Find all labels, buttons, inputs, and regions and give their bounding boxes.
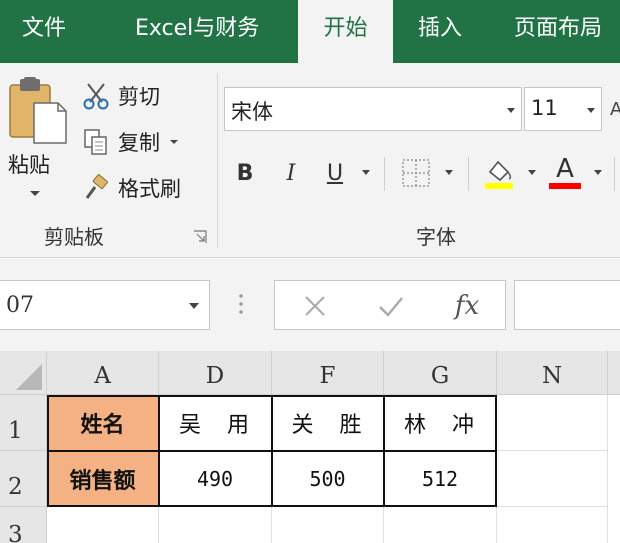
tab-home[interactable]: 开始 [298, 0, 393, 66]
cell-f3[interactable] [272, 507, 384, 543]
cell-f2[interactable]: 500 [272, 451, 384, 507]
separator [468, 157, 469, 191]
paste-button[interactable] [8, 77, 68, 217]
paste-icon [9, 77, 67, 144]
italic-label: I [286, 160, 296, 186]
font-name-value: 宋体 [231, 100, 273, 124]
italic-button[interactable]: I [276, 153, 306, 193]
cell-g2[interactable]: 512 [384, 451, 497, 507]
table-inner-border [47, 450, 497, 452]
clipboard-group-label: 剪贴板 [44, 225, 104, 249]
cell-a3[interactable] [47, 507, 159, 543]
font-color-dropdown-arrow[interactable] [594, 170, 602, 175]
formula-input[interactable] [514, 280, 620, 330]
font-color-button[interactable]: A [546, 153, 584, 193]
borders-icon [402, 159, 430, 187]
font-color-label: A [556, 154, 574, 184]
underline-label: U [326, 160, 344, 186]
font-group-label: 字体 [416, 225, 456, 249]
cell-g3[interactable] [384, 507, 497, 543]
name-box-value: 07 [6, 293, 34, 318]
column-header-a[interactable]: A [47, 351, 159, 395]
select-all-triangle-icon [16, 364, 42, 390]
column-header-partial[interactable] [608, 351, 620, 395]
ribbon-tab-bar: 文件 Excel与财务 开始 插入 页面布局 [0, 0, 620, 66]
borders-button[interactable] [398, 153, 434, 193]
check-icon [379, 297, 403, 317]
insert-function-button[interactable]: fx [445, 281, 489, 331]
row-header-1[interactable]: 1 [0, 395, 47, 451]
column-header-d[interactable]: D [159, 351, 272, 395]
tab-excel-finance[interactable]: Excel与财务 [135, 0, 259, 63]
dialog-launcher-icon[interactable] [193, 230, 207, 244]
increase-font-icon[interactable]: A [610, 99, 620, 120]
cell-a1[interactable]: 姓名 [47, 395, 159, 451]
format-painter-icon [80, 173, 112, 203]
column-header-g[interactable]: G [384, 351, 497, 395]
cell-g1[interactable]: 林 冲 [384, 395, 497, 451]
column-header-n[interactable]: N [497, 351, 608, 395]
worksheet-grid: A D F G N 1 2 3 姓名 吴 用 关 胜 林 冲 销售额 490 5… [0, 351, 620, 543]
cell-n3[interactable] [497, 507, 608, 543]
cut-label: 剪切 [118, 85, 160, 109]
cell-a2[interactable]: 销售额 [47, 451, 159, 507]
chevron-down-icon [189, 303, 199, 309]
font-size-value: 11 [531, 96, 558, 120]
chevron-down-icon [507, 108, 515, 113]
close-icon [305, 296, 325, 316]
separator [384, 157, 385, 191]
fx-icon: fx [454, 291, 480, 321]
borders-dropdown-arrow[interactable] [445, 170, 453, 175]
chevron-down-icon [587, 108, 595, 113]
row-header-2[interactable]: 2 [0, 451, 47, 507]
copy-label: 复制 [118, 131, 160, 155]
tab-insert[interactable]: 插入 [418, 0, 462, 63]
name-box[interactable]: 07 [0, 280, 210, 330]
font-size-select[interactable]: 11 [524, 87, 602, 131]
ribbon-home: 粘贴 剪切 复制 格式刷 剪贴板 宋体 11 A B I U A 字体 [0, 63, 620, 258]
group-separator [217, 73, 218, 248]
cell-f1[interactable]: 关 胜 [272, 395, 384, 451]
scissors-icon [80, 81, 112, 111]
format-painter-button[interactable]: 格式刷 [80, 171, 181, 205]
tab-file[interactable]: 文件 [22, 0, 66, 63]
formula-bar: 07 fx [0, 259, 620, 351]
copy-dropdown-arrow[interactable] [170, 140, 178, 144]
cell-d3[interactable] [159, 507, 272, 543]
cut-button[interactable]: 剪切 [80, 79, 160, 113]
row-header-3[interactable]: 3 [0, 507, 47, 543]
font-name-select[interactable]: 宋体 [224, 87, 522, 131]
paint-bucket-icon [485, 160, 513, 189]
cell-n2[interactable] [497, 451, 608, 507]
formula-buttons: fx [274, 280, 506, 330]
underline-button[interactable]: U [318, 153, 352, 193]
column-header-f[interactable]: F [272, 351, 384, 395]
format-painter-label: 格式刷 [118, 177, 181, 201]
paste-label: 粘贴 [8, 153, 50, 177]
select-all-button[interactable] [0, 351, 47, 395]
paste-dropdown-arrow[interactable] [30, 191, 40, 196]
cell-d2[interactable]: 490 [159, 451, 272, 507]
underline-dropdown-arrow[interactable] [362, 170, 370, 175]
copy-button[interactable]: 复制 [80, 125, 178, 159]
font-color-swatch [549, 183, 581, 189]
copy-icon [80, 127, 112, 157]
resize-handle[interactable] [239, 292, 243, 318]
fill-color-button[interactable] [480, 153, 518, 193]
enter-button[interactable] [371, 281, 411, 331]
cancel-button[interactable] [295, 281, 335, 331]
separator [614, 157, 615, 191]
cell-n1[interactable] [497, 395, 608, 451]
tab-page-layout[interactable]: 页面布局 [514, 0, 602, 63]
bold-label: B [236, 160, 254, 186]
cell-d1[interactable]: 吴 用 [159, 395, 272, 451]
fill-color-dropdown-arrow[interactable] [528, 170, 536, 175]
bold-button[interactable]: B [230, 153, 260, 193]
